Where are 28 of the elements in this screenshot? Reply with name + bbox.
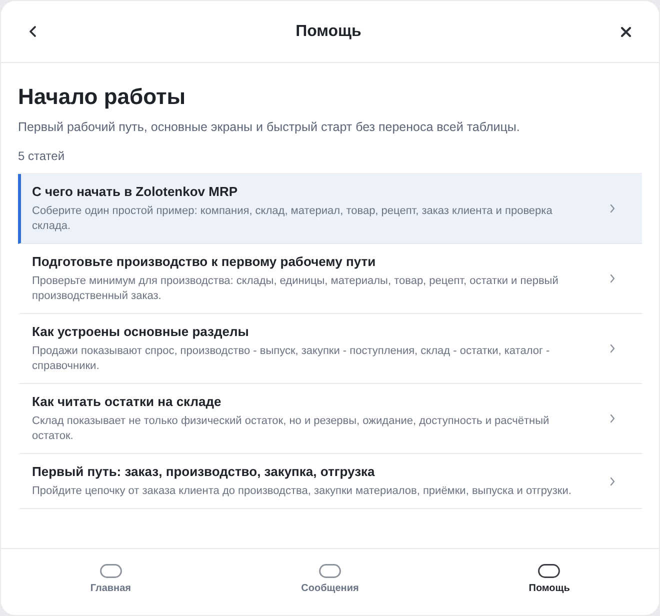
close-icon	[620, 26, 631, 36]
chevron-right-icon	[610, 414, 615, 423]
chevron-right-icon	[610, 476, 615, 486]
article-title: Первый путь: заказ, производство, закупка, отгрузка	[32, 463, 376, 481]
article-description: Проверьте минимум для производства: склады, единицы, материалы, товар, рецепт, остатки и первый производственный заказ.	[32, 274, 560, 304]
chevron-right-icon	[610, 274, 615, 283]
section-subtitle: Первый рабочий путь, основные экраны и быстрый старт без переноса всей таблицы.	[18, 119, 521, 136]
pill-icon	[538, 564, 560, 578]
article-description: Пройдите цепочку от заказа клиента до производства, закупки материалов, приёмки, выпуска и отгрузки.	[32, 484, 572, 499]
article-title: Как читать остатки на складе	[32, 393, 222, 411]
nav-tab[interactable]: Главная	[1, 549, 220, 615]
pill-icon	[100, 564, 122, 578]
article-description: Соберите один простой пример: компания, склад, материал, товар, рецепт, заказ клиента и проверка склада.	[32, 204, 554, 234]
article-title: С чего начать в Zolotenkov MRP	[32, 183, 239, 201]
article-count: 5 статей	[18, 148, 66, 164]
window-title: Помощь	[296, 22, 362, 40]
nav-tab[interactable]: Помощь	[440, 549, 659, 615]
chevron-right-icon	[610, 344, 615, 353]
chevron-left-icon	[29, 26, 36, 37]
article-title: Подготовьте производство к первому рабочему пути	[32, 253, 377, 271]
pill-icon	[318, 564, 341, 578]
article-title: Как устроены основные разделы	[32, 323, 250, 341]
section-title: Начало работы	[18, 83, 187, 111]
chevron-right-icon	[610, 204, 615, 213]
article-description: Склад показывает не только физический остаток, но и резервы, ожидание, доступность и расчётный остаток.	[32, 414, 550, 444]
article-item[interactable]: С чего начать в Zolotenkov MRP Соберите один простой пример: компания, склад, материал, товар, рецепт, заказ клиента и проверка склада.	[18, 174, 642, 244]
article-description: Продажи показывают спрос, производство - выпуск, закупки - поступления, склад - остатки, каталог - справочники.	[32, 344, 551, 374]
nav-tab[interactable]: Сообщения	[220, 549, 440, 615]
